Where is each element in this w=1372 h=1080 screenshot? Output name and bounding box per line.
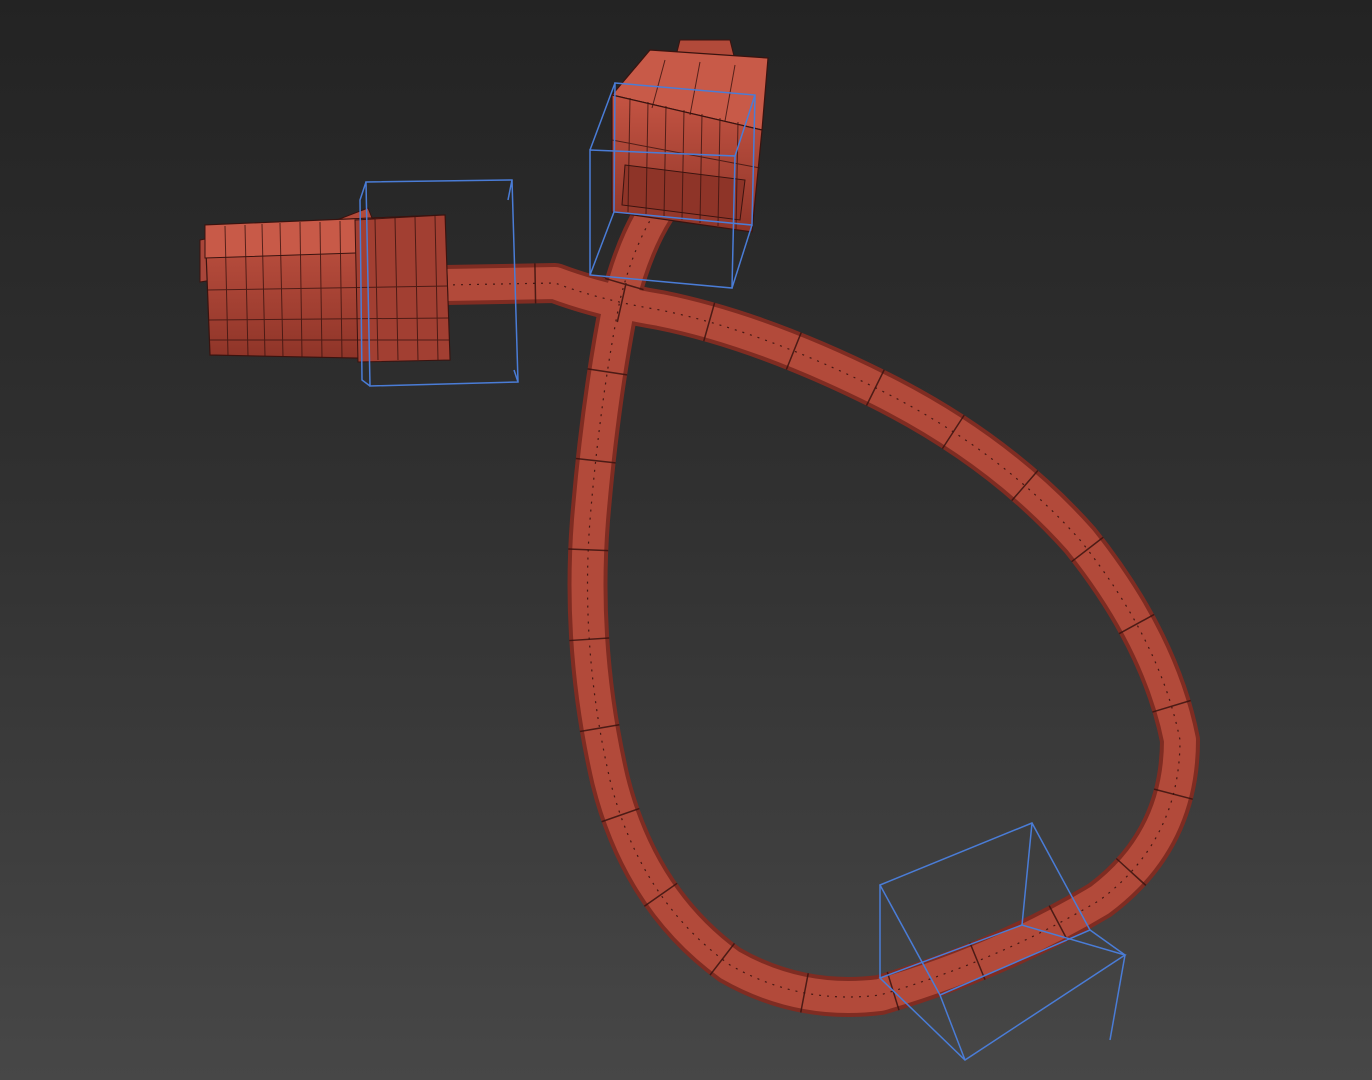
rj45-plug-left[interactable] [199, 207, 451, 363]
rj45-plug-top[interactable] [610, 39, 769, 233]
scene-canvas[interactable] [0, 0, 1372, 1080]
network-cable[interactable] [425, 160, 1201, 1017]
3d-viewport[interactable] [0, 0, 1372, 1080]
